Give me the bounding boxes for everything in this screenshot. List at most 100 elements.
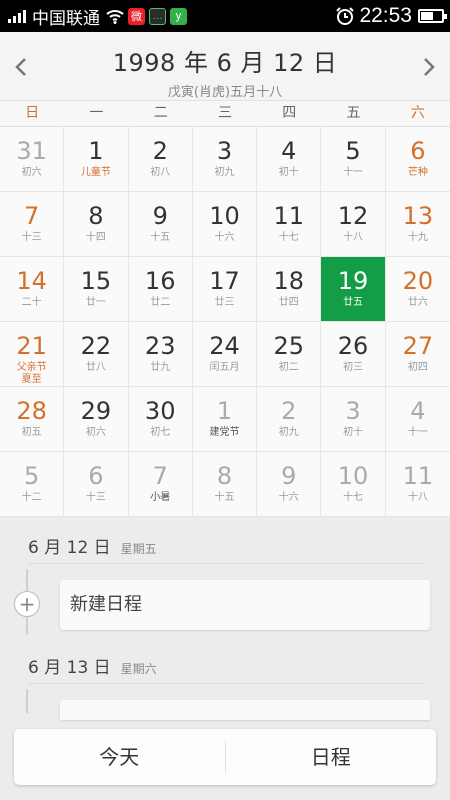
- lunar-day-label: 芒种: [407, 167, 428, 178]
- lunar-day-label: 儿童节: [80, 167, 111, 178]
- lunar-day-label: 初三: [343, 362, 364, 373]
- lunar-day-label: 闰五月: [209, 362, 240, 373]
- calendar-day-cell[interactable]: 13 十九: [385, 192, 450, 257]
- calendar-day-cell[interactable]: 26 初三: [321, 322, 386, 387]
- today-button[interactable]: 今天: [14, 729, 225, 785]
- calendar-day-cell[interactable]: 9 十六: [257, 452, 322, 517]
- calendar-day-cell[interactable]: 22 廿八: [64, 322, 129, 387]
- calendar-day-cell[interactable]: 4 十一: [385, 387, 450, 452]
- day-number: 10: [337, 462, 369, 490]
- lunar-day-label: 十三: [21, 232, 42, 243]
- day-number: 18: [273, 267, 305, 295]
- calendar-day-cell[interactable]: 30 初七: [128, 387, 193, 452]
- day-number: 14: [16, 267, 47, 295]
- day-number: 11: [273, 202, 305, 230]
- calendar-day-cell[interactable]: 4 初十: [257, 127, 322, 192]
- day-number: 28: [16, 397, 47, 425]
- calendar-day-cell[interactable]: 10 十七: [321, 452, 386, 517]
- day-number: 5: [24, 462, 40, 490]
- day-number: 5: [345, 137, 361, 165]
- calendar-day-cell[interactable]: 5 十二: [0, 452, 65, 517]
- weibo-icon: 微: [128, 7, 145, 25]
- weekday-thu: 四: [282, 105, 297, 121]
- day-number: 20: [402, 267, 434, 295]
- day-number: 9: [152, 202, 168, 230]
- calendar-day-cell[interactable]: 21 父亲节 夏至: [0, 322, 65, 387]
- calendar-day-cell[interactable]: 6 十三: [64, 452, 129, 517]
- selected-date-title[interactable]: 1998 年 6 月 12 日: [0, 43, 450, 78]
- new-event-card[interactable]: 新建日程: [60, 580, 430, 630]
- lunar-date: 戊寅(肖虎)五月十八: [167, 85, 283, 100]
- lunar-day-label: 十三: [85, 492, 106, 503]
- chevron-left-icon: [15, 58, 26, 76]
- calendar-day-cell[interactable]: 1 儿童节: [64, 127, 129, 192]
- add-event-button[interactable]: +: [14, 591, 40, 617]
- lunar-day-label: 初八: [150, 167, 171, 178]
- lunar-day-label: 小暑: [150, 492, 171, 503]
- calendar-day-cell[interactable]: 12 十八: [321, 192, 386, 257]
- calendar-day-cell[interactable]: 19 廿五: [321, 257, 386, 322]
- day-number: 16: [144, 267, 176, 295]
- lunar-day-label: 廿五: [343, 297, 364, 308]
- day-number: 25: [273, 332, 305, 360]
- calendar-day-cell[interactable]: 3 初十: [321, 387, 386, 452]
- calendar-day-cell[interactable]: 1 建党节: [192, 387, 258, 452]
- day-number: 7: [152, 462, 168, 490]
- weekday-sun: 日: [25, 105, 40, 121]
- day-number: 10: [209, 202, 240, 230]
- prev-month-button[interactable]: [6, 52, 36, 82]
- calendar-day-cell[interactable]: 24 闰五月: [192, 322, 258, 387]
- calendar-day-cell[interactable]: 17 廿三: [192, 257, 258, 322]
- day-number: 17: [209, 267, 240, 295]
- schedule-weekday: 星期六: [120, 662, 157, 676]
- calendar-day-cell[interactable]: 2 初八: [128, 127, 193, 192]
- lunar-day-label: 廿六: [407, 297, 428, 308]
- carrier-name: 中国联通: [32, 8, 100, 28]
- chevron-right-icon: [424, 58, 435, 76]
- schedule-button[interactable]: 日程: [226, 729, 437, 785]
- calendar-day-cell[interactable]: 14 二十: [0, 257, 65, 322]
- calendar-day-cell[interactable]: 15 廿一: [64, 257, 129, 322]
- lunar-day-label: 父亲节: [16, 362, 47, 373]
- calendar-day-cell[interactable]: 9 十五: [128, 192, 193, 257]
- calendar-day-cell[interactable]: 8 十五: [192, 452, 258, 517]
- lunar-day-label: 初七: [150, 427, 171, 438]
- calendar-day-cell[interactable]: 11 十七: [257, 192, 322, 257]
- calendar-day-cell[interactable]: 11 十八: [385, 452, 450, 517]
- calendar-day-cell[interactable]: 27 初四: [385, 322, 450, 387]
- lunar-day-label: 初九: [214, 167, 235, 178]
- day-number: 26: [337, 332, 369, 360]
- calendar-day-cell[interactable]: 16 廿二: [128, 257, 193, 322]
- day-number: 8: [88, 202, 104, 230]
- calendar-day-cell[interactable]: 3 初九: [192, 127, 258, 192]
- calendar-day-cell[interactable]: 28 初五: [0, 387, 65, 452]
- calendar-day-cell[interactable]: 5 十一: [321, 127, 386, 192]
- day-number: 9: [281, 462, 297, 490]
- day-number: 6: [410, 137, 426, 165]
- calendar-day-cell[interactable]: 31 初六: [0, 127, 65, 192]
- lunar-day-label: 建党节: [209, 427, 240, 438]
- day-number: 19: [337, 267, 369, 295]
- calendar-day-cell[interactable]: 6 芒种: [385, 127, 450, 192]
- calendar-day-cell[interactable]: 29 初六: [64, 387, 129, 452]
- lunar-day-label: 十七: [343, 492, 364, 503]
- calendar-day-cell[interactable]: 23 廿九: [128, 322, 193, 387]
- calendar-day-cell[interactable]: 10 十六: [192, 192, 258, 257]
- calendar-day-cell[interactable]: 25 初二: [257, 322, 322, 387]
- lunar-day-label: 廿三: [214, 297, 235, 308]
- calendar-day-cell[interactable]: 8 十四: [64, 192, 129, 257]
- signal-icon: [8, 9, 26, 23]
- wifi-icon: [106, 10, 124, 24]
- calendar-day-cell[interactable]: 2 初九: [257, 387, 322, 452]
- calendar-day-cell[interactable]: 18 廿四: [257, 257, 322, 322]
- schedule-day-header: 6 月 13 日 星期六: [28, 653, 157, 678]
- lunar-day-label: 十一: [407, 427, 428, 438]
- weekday-header: 日 一 二 三 四 五 六: [0, 100, 450, 127]
- lunar-day-label: 廿一: [85, 297, 106, 308]
- timeline-line: [26, 689, 28, 713]
- calendar-day-cell[interactable]: 7 十三: [0, 192, 65, 257]
- calendar-day-cell[interactable]: 20 廿六: [385, 257, 450, 322]
- calendar-day-cell[interactable]: 7 小暑: [128, 452, 193, 517]
- event-card-partial[interactable]: [60, 700, 430, 720]
- next-month-button[interactable]: [414, 52, 444, 82]
